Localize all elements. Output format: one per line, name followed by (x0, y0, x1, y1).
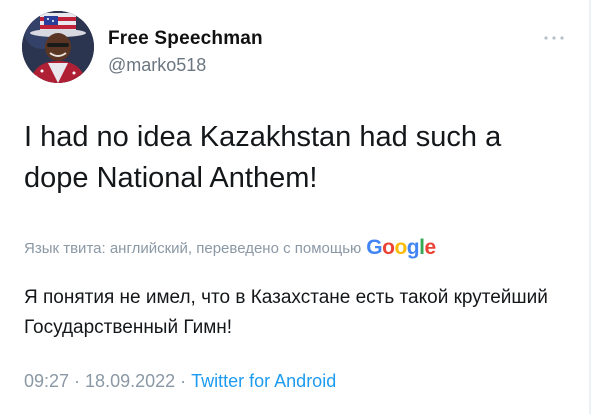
user-handle[interactable]: @marko518 (108, 55, 206, 76)
translated-text: Я понятия не имел, что в Казахстане есть… (24, 287, 548, 338)
more-dots-icon (544, 36, 564, 40)
tweet-time[interactable]: 09:27 (24, 371, 69, 391)
tweet-source-link[interactable]: Twitter for Android (191, 371, 336, 391)
tweet-date[interactable]: 18.09.2022 (85, 371, 175, 391)
avatar-image (22, 11, 94, 83)
avatar[interactable] (22, 11, 94, 83)
tweet-text: I had no idea Kazakhstan had such a dope… (24, 121, 502, 194)
more-options-button[interactable] (543, 30, 565, 40)
translation-notice: Язык твита: английский, переведено с пом… (24, 236, 436, 260)
tweet-card: Free Speechman @marko518 I had no idea K… (0, 0, 591, 414)
tweet-metadata: 09:27 · 18.09.2022 · Twitter for Android (24, 371, 336, 392)
google-logo-letter: g (406, 236, 420, 259)
google-logo-letter: o (382, 236, 395, 259)
google-logo-letter: G (366, 236, 383, 259)
google-logo-letter: o (394, 236, 407, 259)
meta-separator: · (180, 371, 187, 391)
display-name[interactable]: Free Speechman (108, 28, 263, 50)
google-logo-letter: e (424, 236, 436, 259)
meta-separator: · (74, 371, 81, 391)
translation-label: Язык твита: английский, переведено с пом… (24, 239, 362, 257)
google-logo[interactable]: Google (366, 236, 436, 260)
